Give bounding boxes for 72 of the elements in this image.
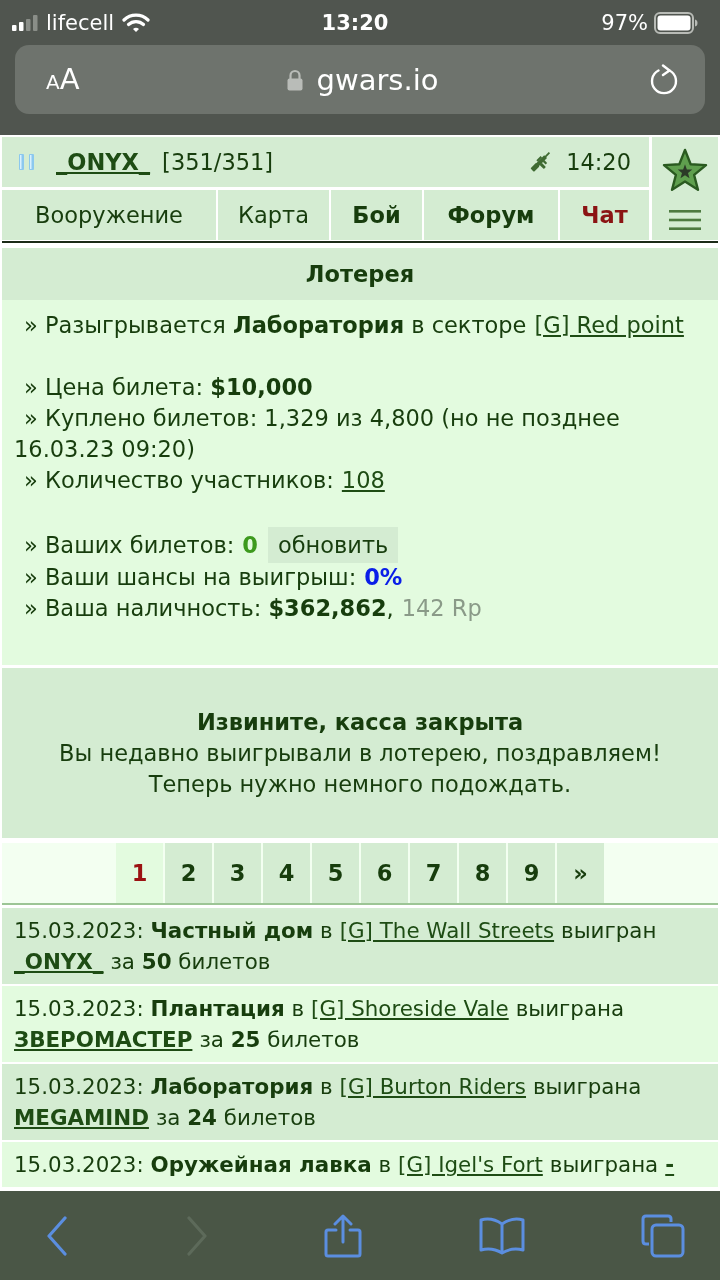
ticket-price: » Цена билета: $10,000 xyxy=(24,373,313,402)
share-icon[interactable] xyxy=(324,1213,362,1258)
chances-value: 0% xyxy=(364,563,403,592)
nav-tab[interactable]: Вооружение xyxy=(2,190,216,240)
sector-link[interactable]: [G] Igel's Fort xyxy=(398,1149,543,1180)
reload-icon[interactable] xyxy=(649,63,679,96)
notice-text: Теперь нужно немного подождать. xyxy=(148,769,572,799)
hp-bars-icon xyxy=(18,153,36,171)
page-link[interactable]: 5 xyxy=(312,843,359,903)
battery-percent: 97% xyxy=(601,10,648,35)
participants-link[interactable]: 108 xyxy=(341,465,385,496)
nav-tab[interactable]: Бой xyxy=(331,190,422,240)
history-text: 15.03.2023: Оружейная лавка в xyxy=(14,1151,392,1179)
side-menu-button[interactable] xyxy=(652,137,718,240)
address-bar[interactable]: AA gwars.io xyxy=(15,45,705,114)
history-text: 15.03.2023: Плантация в xyxy=(14,995,305,1023)
sector-link[interactable]: [G] Red point xyxy=(534,310,684,341)
nav-tab[interactable]: Чат xyxy=(560,190,649,240)
history-text: выиграна xyxy=(515,995,625,1023)
history-text: выигран xyxy=(561,917,657,945)
lock-icon xyxy=(286,68,303,91)
history-text: 15.03.2023: Лаборатория в xyxy=(14,1073,333,1101)
history-text: за 50 билетов xyxy=(110,948,271,976)
wifi-icon xyxy=(122,12,151,33)
back-icon[interactable] xyxy=(45,1215,69,1256)
status-time: 13:20 xyxy=(321,10,389,35)
section-title: Лотерея xyxy=(2,248,718,300)
history-text: 15.03.2023: Частный дом в xyxy=(14,917,333,945)
page-link[interactable]: 7 xyxy=(410,843,457,903)
sector-link[interactable]: [G] The Wall Streets xyxy=(339,915,555,946)
winner-link[interactable]: _ONYX_ xyxy=(14,946,104,977)
server-time: 14:20 xyxy=(566,149,631,175)
page-link[interactable]: » xyxy=(557,843,604,903)
my-tickets-count: 0 xyxy=(242,530,258,560)
prize-text: » Разыгрывается Лаборатория в секторе xyxy=(24,311,527,340)
my-tickets-label: » Ваших билетов: xyxy=(24,530,235,560)
tickets-sold: » Куплено билетов: 1,329 из 4,800 (но не позднее 16.03.23 09:20) xyxy=(14,404,621,464)
battery-icon xyxy=(654,11,698,34)
history-text: выиграна xyxy=(549,1151,659,1179)
participants-label: » Количество участников: xyxy=(24,466,334,495)
carrier-name: lifecell xyxy=(46,10,115,35)
history-text: за 24 билетов xyxy=(155,1104,316,1132)
sector-link[interactable]: [G] Shoreside Vale xyxy=(311,993,509,1024)
nav-tab[interactable]: Форум xyxy=(424,190,558,240)
player-hp: [351/351] xyxy=(162,149,274,175)
notice-title: Извините, касса закрыта xyxy=(196,707,524,737)
nav-tab[interactable]: Карта xyxy=(218,190,329,240)
page-link[interactable]: 1 xyxy=(116,843,163,903)
tabs-icon[interactable] xyxy=(641,1213,685,1258)
chances-label: » Ваши шансы на выигрыш: xyxy=(24,563,357,592)
winner-link[interactable]: ЗВЕРОМАСТЕР xyxy=(14,1024,193,1055)
text-size-button[interactable]: AA xyxy=(46,65,80,94)
book-icon[interactable] xyxy=(477,1215,526,1256)
page-link[interactable]: 4 xyxy=(263,843,310,903)
signal-icon xyxy=(12,14,38,31)
page-link[interactable]: 6 xyxy=(361,843,408,903)
rp-balance: 142 Rp xyxy=(401,594,482,623)
winner-link[interactable]: MEGAMIND xyxy=(14,1102,149,1133)
history-text: выиграна xyxy=(533,1073,642,1101)
page-link[interactable]: 8 xyxy=(459,843,506,903)
player-name-link[interactable]: _ONYX_ xyxy=(56,149,151,175)
sector-link[interactable]: [G] Burton Riders xyxy=(339,1071,526,1102)
page-link[interactable]: 2 xyxy=(165,843,212,903)
notice-text: Вы недавно выигрывали в лотерею, поздравляем! xyxy=(59,738,661,768)
winner-link[interactable]: - xyxy=(665,1149,675,1180)
url-text: gwars.io xyxy=(316,62,439,97)
history-text: за 25 билетов xyxy=(199,1026,360,1054)
menu-icon xyxy=(669,208,701,231)
page-link[interactable]: 3 xyxy=(214,843,261,903)
cash-balance: » Ваша наличность: $362,862, xyxy=(24,594,394,623)
page-link[interactable]: 9 xyxy=(508,843,555,903)
refresh-button[interactable]: обновить xyxy=(267,527,399,563)
